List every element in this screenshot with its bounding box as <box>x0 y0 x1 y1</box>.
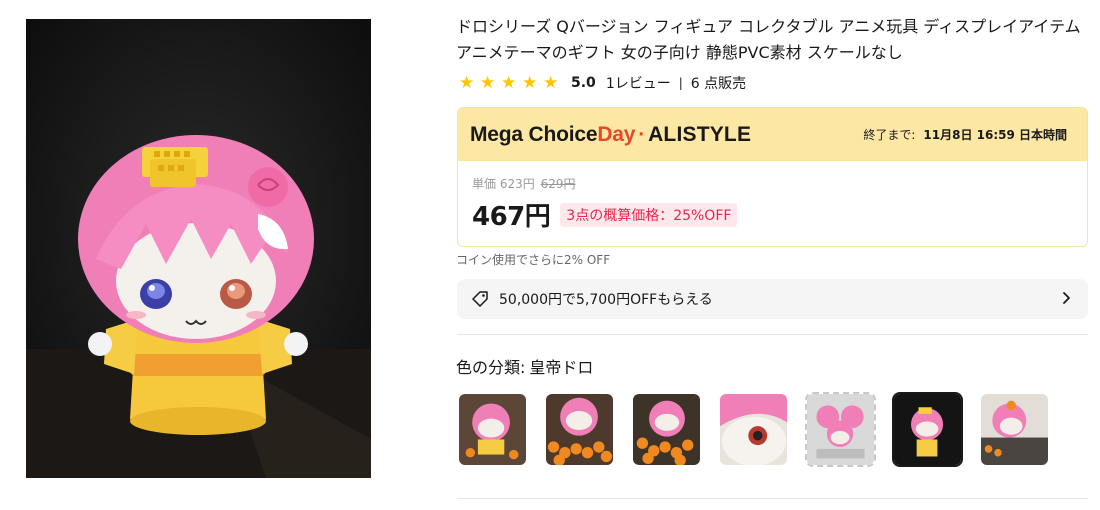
countdown-label: 終了まで: <box>863 128 916 142</box>
price-body: 単価 623円 629円 467円 3点の概算価格：25%OFF <box>458 161 1087 246</box>
promo-countdown: 終了まで: 11月8日 16:59 日本時間 <box>863 108 1067 161</box>
product-title: ドロシリーズ Qバージョン フィギュア コレクタブル アニメ玩具 ディスプレイア… <box>456 17 1081 62</box>
variant-thumbnail[interactable] <box>544 392 615 467</box>
main-product-image[interactable] <box>26 19 371 478</box>
variant-label: 色の分類: 皇帝ドロ <box>456 358 594 377</box>
variant-value: 皇帝ドロ <box>529 358 594 377</box>
rating-row: ★ ★ ★ ★ ★ 5.0 1レビュー | 6 点販売 <box>456 72 746 94</box>
chevron-right-icon[interactable] <box>1058 290 1074 306</box>
countdown-time: 11月8日 16:59 日本時間 <box>923 128 1067 142</box>
product-info-panel: ドロシリーズ Qバージョン フィギュア コレクタブル アニメ玩具 ディスプレイア… <box>456 14 1088 499</box>
divider <box>457 498 1088 499</box>
variant-thumbnail[interactable] <box>718 392 789 467</box>
reviews-link[interactable]: 1レビュー <box>606 73 671 93</box>
price-card: Mega ChoiceDay · ALISTYLE 終了まで: 11月8日 16:5… <box>457 107 1088 247</box>
rating-separator: | <box>678 76 683 90</box>
coin-discount-note: コイン使用でさらに2% OFF <box>456 253 611 267</box>
tag-icon <box>471 290 489 308</box>
star-icon: ★ <box>480 73 496 93</box>
promo-banner: Mega ChoiceDay · ALISTYLE 終了まで: 11月8日 16:5… <box>458 108 1087 161</box>
bundle-discount-badge: 3点の概算価格：25%OFF <box>560 202 738 227</box>
star-icon: ★ <box>501 73 517 93</box>
star-icon: ★ <box>522 73 538 93</box>
rating-stars: ★ ★ ★ ★ ★ <box>459 73 559 93</box>
star-icon: ★ <box>459 73 475 93</box>
sold-count: 6 点販売 <box>690 76 747 92</box>
variant-thumbnail[interactable] <box>979 392 1050 467</box>
variant-thumbnail-selected[interactable] <box>892 392 963 467</box>
unit-price: 単価 623円 629円 <box>472 177 576 191</box>
promo-logo: Mega ChoiceDay · ALISTYLE <box>470 122 752 146</box>
current-price: 467円 <box>472 202 551 232</box>
variant-thumbnails <box>457 392 1050 467</box>
divider <box>457 334 1088 335</box>
variant-thumbnail[interactable] <box>631 392 702 467</box>
variant-thumbnail[interactable] <box>805 392 876 467</box>
variant-thumbnail[interactable] <box>457 392 528 467</box>
rating-score: 5.0 <box>571 75 596 91</box>
star-icon: ★ <box>543 73 559 93</box>
original-price: 629円 <box>540 177 576 191</box>
coupon-text: 50,000円で5,700円OFFもらえる <box>499 292 713 308</box>
coupon-bar[interactable]: 50,000円で5,700円OFFもらえる <box>457 279 1088 319</box>
